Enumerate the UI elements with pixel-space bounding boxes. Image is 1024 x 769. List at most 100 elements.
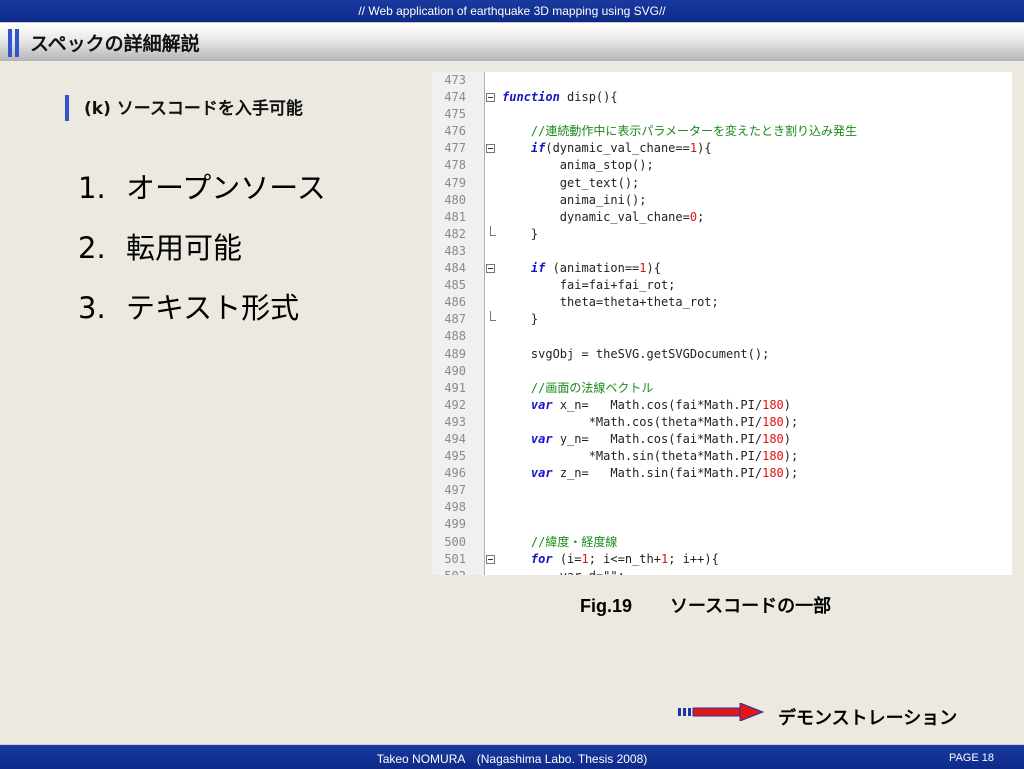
code-text: var z_n= Math.sin(fai*Math.PI/180); — [530, 466, 799, 481]
code-line: 493 *Math.cos(theta*Math.PI/180); — [432, 414, 1012, 431]
line-number: 494 — [444, 431, 466, 446]
code-line: 475 — [432, 106, 1012, 123]
line-number: 482 — [444, 226, 466, 241]
demonstration-link[interactable]: デモンストレーション — [778, 704, 957, 730]
line-number: 490 — [444, 363, 466, 378]
code-lines: 473 474 function disp(){475 476 //連続動作中に表示パ… — [432, 72, 1012, 575]
code-text: } — [502, 312, 539, 327]
fold-end-icon — [490, 311, 496, 322]
list-item: 2. 転用可能 — [78, 225, 326, 285]
code-text: function disp(){ — [502, 90, 618, 105]
line-number: 501 — [444, 551, 466, 566]
line-number: 495 — [444, 449, 466, 464]
code-text: //連続動作中に表示パラメーターを変えたとき割り込み発生 — [530, 124, 857, 139]
code-line: 486 theta=theta+theta_rot; — [432, 294, 1012, 311]
feature-list: 1. オープンソース 2. 転用可能 3. テキスト形式 — [78, 165, 326, 345]
line-number: 491 — [444, 380, 466, 395]
code-line: 502 var d=""; — [432, 568, 1012, 575]
code-line: 473 — [432, 72, 1012, 89]
page-number: PAGE 18 — [948, 752, 994, 764]
code-text: get_text(); — [502, 175, 640, 190]
code-line: 490 — [432, 363, 1012, 380]
title-accent-bar — [15, 29, 19, 57]
line-number: 498 — [444, 500, 466, 515]
code-text: var d=""; — [502, 568, 625, 575]
line-number: 500 — [444, 534, 466, 549]
code-line: 497 — [432, 482, 1012, 499]
line-number: 480 — [444, 192, 466, 207]
line-number: 487 — [444, 312, 466, 327]
code-line: 480 anima_ini(); — [432, 192, 1012, 209]
code-line: 479 get_text(); — [432, 175, 1012, 192]
subheading-accent-bar — [65, 95, 69, 121]
line-number: 499 — [444, 517, 466, 532]
code-line: 481 dynamic_val_chane=0; — [432, 209, 1012, 226]
line-number: 496 — [444, 466, 466, 481]
line-number: 492 — [444, 397, 466, 412]
source-code-image: 473 474 function disp(){475 476 //連続動作中に表示パ… — [432, 72, 1012, 575]
code-text: var x_n= Math.cos(fai*Math.PI/180) — [530, 397, 792, 412]
code-text: //緯度・経度線 — [530, 534, 618, 549]
code-line: 499 — [432, 516, 1012, 533]
code-text: //画面の法線ベクトル — [530, 380, 654, 395]
code-line: 496 var z_n= Math.sin(fai*Math.PI/180); — [432, 465, 1012, 482]
code-text: svgObj = theSVG.getSVGDocument(); — [502, 346, 770, 361]
banner: // Web application of earthquake 3D mapp… — [0, 0, 1024, 23]
list-text: テキスト形式 — [126, 291, 300, 325]
code-line: 474 function disp(){ — [432, 89, 1012, 106]
code-line: 482 } — [432, 225, 1012, 243]
code-text: for (i=1; i<=n_th+1; i++){ — [530, 551, 719, 566]
list-item: 3. テキスト形式 — [78, 285, 326, 345]
fold-toggle-icon — [486, 264, 495, 274]
footer: Takeo NOMURA (Nagashima Labo. Thesis 200… — [0, 744, 1024, 769]
fold-toggle-icon — [486, 144, 495, 154]
list-number: 1. — [78, 171, 106, 205]
list-number: 3. — [78, 291, 106, 325]
line-number: 478 — [444, 158, 466, 173]
list-text: 転用可能 — [126, 231, 243, 265]
fold-toggle-icon — [486, 554, 495, 564]
code-text: dynamic_val_chane=0; — [502, 209, 705, 224]
code-text: anima_ini(); — [502, 192, 647, 207]
code-text: } — [502, 226, 539, 241]
line-number: 479 — [444, 175, 466, 190]
line-number: 502 — [432, 568, 466, 575]
code-line: 492 var x_n= Math.cos(fai*Math.PI/180) — [432, 397, 1012, 414]
line-number: 473 — [444, 73, 466, 87]
arrow-right-icon[interactable] — [678, 703, 764, 721]
line-number: 497 — [444, 483, 466, 498]
code-line: 494 var y_n= Math.cos(fai*Math.PI/180) — [432, 431, 1012, 448]
code-text: fai=fai+fai_rot; — [502, 278, 676, 293]
figure-caption-text: ソースコードの一部 — [670, 596, 832, 616]
line-number: 485 — [444, 278, 466, 293]
slide-title: スペックの詳細解説 — [30, 33, 200, 55]
line-number: 477 — [444, 141, 466, 156]
subheading: (k) ソースコードを入手可能 — [84, 99, 303, 119]
code-line: 488 — [432, 328, 1012, 345]
code-line: 477 if(dynamic_val_chane==1){ — [432, 140, 1012, 157]
line-number: 488 — [444, 329, 466, 344]
line-number: 486 — [444, 295, 466, 310]
code-text: if(dynamic_val_chane==1){ — [530, 141, 712, 156]
code-line: 484 if (animation==1){ — [432, 260, 1012, 277]
line-number: 481 — [444, 209, 466, 224]
line-number: 474 — [444, 90, 466, 105]
fold-toggle-icon — [486, 93, 495, 103]
code-line: 476 //連続動作中に表示パラメーターを変えたとき割り込み発生 — [432, 123, 1012, 140]
code-line: 483 — [432, 243, 1012, 260]
line-number: 493 — [444, 414, 466, 429]
code-line: 491 //画面の法線ベクトル — [432, 380, 1012, 397]
figure-number: Fig.19 — [580, 596, 633, 616]
code-text: *Math.sin(theta*Math.PI/180); — [502, 449, 799, 464]
code-line: 498 — [432, 499, 1012, 516]
code-text: theta=theta+theta_rot; — [502, 295, 719, 310]
figure-caption: Fig.19 ソースコードの一部 — [580, 592, 831, 618]
line-number: 484 — [444, 261, 466, 276]
code-line: 485 fai=fai+fai_rot; — [432, 277, 1012, 294]
code-line: 495 *Math.sin(theta*Math.PI/180); — [432, 448, 1012, 465]
list-number: 2. — [78, 231, 106, 265]
list-item: 1. オープンソース — [78, 165, 326, 225]
code-text: anima_stop(); — [502, 158, 654, 173]
list-text: オープンソース — [126, 171, 326, 205]
code-text: *Math.cos(theta*Math.PI/180); — [502, 414, 799, 429]
